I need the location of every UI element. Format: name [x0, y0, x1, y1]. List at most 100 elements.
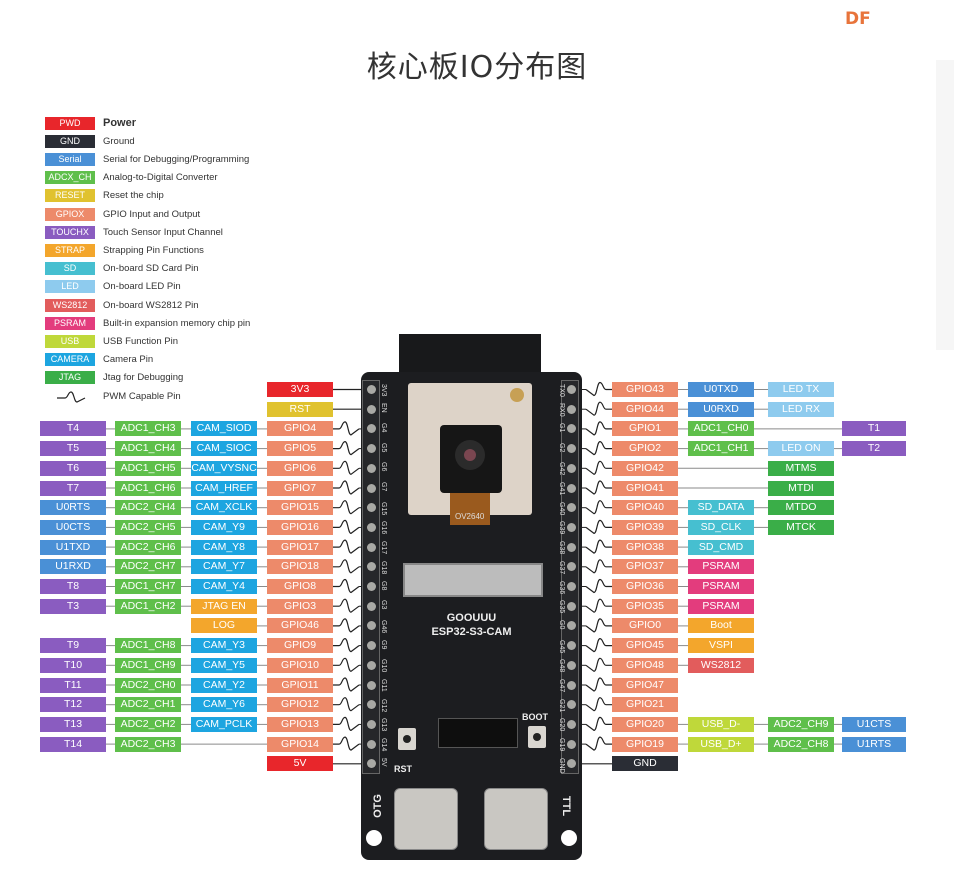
pwm-icon	[333, 460, 360, 475]
boot-button[interactable]	[528, 726, 546, 748]
pwm-icon	[585, 401, 612, 416]
pin-label-cam-sioc: CAM_SIOC	[191, 441, 257, 457]
pin-label-gpio48: GPIO48	[612, 657, 678, 673]
silkscreen-label: GND	[558, 757, 565, 774]
pwm-icon	[585, 440, 612, 456]
pwm-icon	[333, 618, 360, 633]
header-pin	[567, 522, 576, 532]
pin-label-adc1-ch2: ADC1_CH2	[115, 598, 181, 614]
silkscreen-label: G48	[558, 659, 565, 673]
silkscreen-label: TX0	[558, 383, 565, 397]
pin-label-boot: Boot	[688, 618, 754, 634]
pin-label-usb-d-: USB_D+	[688, 736, 754, 752]
header-pin	[367, 522, 376, 532]
pin-label-led-tx: LED TX	[768, 382, 834, 397]
pwm-icon	[333, 598, 360, 613]
pin-label-t10: T10	[40, 657, 106, 673]
pin-label-t5: T5	[40, 441, 106, 457]
pwm-icon	[333, 440, 360, 456]
pin-label-gpio3: GPIO3	[267, 598, 333, 614]
silkscreen-label: G5	[380, 442, 387, 452]
pin-label-psram: PSRAM	[688, 598, 754, 614]
pin-label-u0rxd: U0RXD	[688, 401, 754, 417]
pin-label-psram: PSRAM	[688, 579, 754, 594]
ttl-label: TTL	[560, 795, 573, 817]
pwm-icon	[585, 519, 612, 535]
pwm-icon	[585, 539, 612, 554]
usb-c-ttl-port[interactable]	[484, 788, 548, 850]
pwm-icon	[333, 559, 360, 574]
pin-label-adc1-ch9: ADC1_CH9	[115, 657, 181, 673]
header-pin	[367, 542, 376, 552]
header-pin	[567, 601, 576, 611]
pwm-icon	[333, 677, 360, 692]
pin-label-sd-cmd: SD_CMD	[688, 539, 754, 555]
pin-label-gpio5: GPIO5	[267, 441, 333, 457]
pin-label-cam-y5: CAM_Y5	[191, 657, 257, 673]
silkscreen-label: G41	[558, 482, 565, 496]
pin-label-gpio7: GPIO7	[267, 480, 333, 496]
pin-label-mtdo: MTDO	[768, 500, 834, 516]
pin-label-t14: T14	[40, 736, 106, 752]
silkscreen-label: G17	[380, 541, 387, 555]
pwm-icon	[585, 500, 612, 515]
pin-label-t11: T11	[40, 677, 106, 693]
header-pin	[567, 483, 576, 493]
usb-c-otg-port[interactable]	[394, 788, 458, 850]
pin-label-cam-y2: CAM_Y2	[191, 677, 257, 693]
header-pin	[367, 582, 376, 591]
pin-label-u0cts: U0CTS	[40, 519, 106, 535]
pwm-icon	[333, 697, 360, 712]
pin-label-gpio0: GPIO0	[612, 618, 678, 634]
pin-label-gpio19: GPIO19	[612, 736, 678, 752]
pin-label-adc1-ch3: ADC1_CH3	[115, 421, 181, 437]
silkscreen-label: G36	[558, 580, 565, 594]
pin-label-vspi: VSPI	[688, 638, 754, 654]
pin-label-sd-clk: SD_CLK	[688, 519, 754, 535]
pin-label-t4: T4	[40, 421, 106, 437]
pwm-icon	[333, 519, 360, 535]
silkscreen-label: G42	[558, 462, 565, 476]
header-pin	[567, 582, 576, 591]
pin-label-gpio17: GPIO17	[267, 539, 333, 555]
pin-label-3v3: 3V3	[267, 382, 333, 397]
header-pin	[367, 680, 376, 690]
right-header	[561, 380, 579, 774]
silkscreen-label: G35	[558, 600, 565, 614]
pin-label-led-on: LED ON	[768, 441, 834, 457]
header-pin	[567, 739, 576, 749]
silkscreen-label: G3	[380, 600, 387, 610]
pin-label-adc2-ch5: ADC2_CH5	[115, 519, 181, 535]
pin-label-adc1-ch6: ADC1_CH6	[115, 480, 181, 496]
pin-label-u1txd: U1TXD	[40, 539, 106, 555]
fpc-connector	[403, 563, 543, 597]
pin-label-gpio42: GPIO42	[612, 460, 678, 476]
silkscreen-label: G1	[558, 422, 565, 433]
header-pin	[367, 719, 376, 729]
silkscreen-label: G16	[380, 521, 387, 535]
pwm-icon	[333, 539, 360, 554]
pwm-icon	[585, 559, 612, 574]
silkscreen-label: G20	[558, 718, 565, 732]
pin-label-u1cts: U1CTS	[842, 716, 906, 732]
pin-label-adc2-ch3: ADC2_CH3	[115, 736, 181, 752]
pin-label-adc2-ch6: ADC2_CH6	[115, 539, 181, 555]
header-pin	[567, 404, 576, 414]
pwm-icon	[585, 677, 612, 692]
silkscreen-label: G12	[380, 698, 387, 712]
usb-serial-chip	[438, 718, 518, 748]
pwm-icon	[585, 460, 612, 475]
pin-label-gpio4: GPIO4	[267, 421, 333, 437]
pin-label-adc1-ch7: ADC1_CH7	[115, 579, 181, 594]
pwm-icon	[585, 657, 612, 672]
rst-button[interactable]	[398, 728, 416, 750]
pin-label-gpio13: GPIO13	[267, 716, 333, 732]
header-pin	[567, 660, 576, 670]
pin-label-adc2-ch2: ADC2_CH2	[115, 716, 181, 732]
silkscreen-label: 3V3	[380, 383, 387, 396]
pin-label-t12: T12	[40, 697, 106, 713]
silkscreen-label: 5V	[380, 757, 387, 767]
silkscreen-label: G14	[380, 738, 387, 752]
pin-label-gpio20: GPIO20	[612, 716, 678, 732]
pin-label-gpio15: GPIO15	[267, 500, 333, 516]
